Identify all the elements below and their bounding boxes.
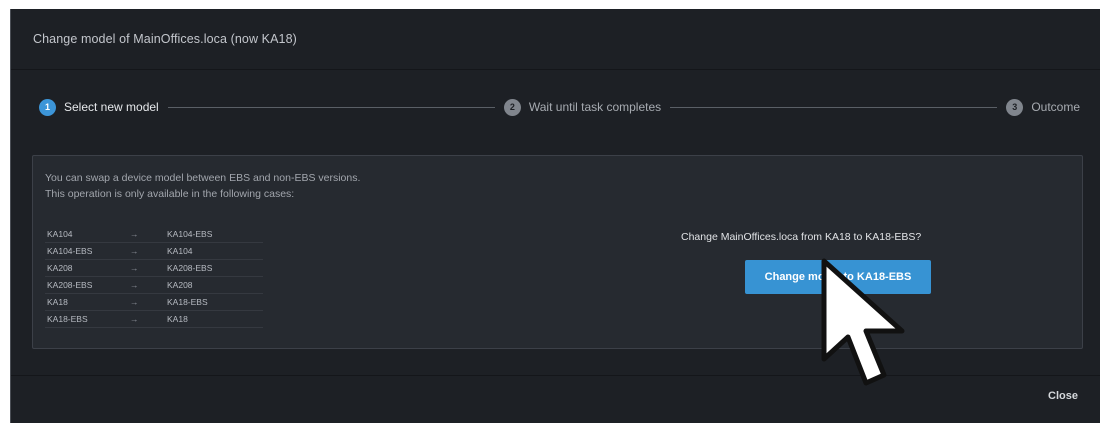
arrow-icon: → <box>130 276 167 294</box>
step-wait-until-task-completes: 2 Wait until task completes <box>503 98 662 116</box>
change-model-dialog: Change model of MainOffices.loca (now KA… <box>10 9 1100 423</box>
arrow-icon: → <box>130 242 167 260</box>
step-label: Wait until task completes <box>528 100 662 114</box>
step-number-badge: 1 <box>39 98 56 116</box>
to-model: KA18-EBS <box>167 293 263 311</box>
stepper: 1 Select new model 2 Wait until task com… <box>39 94 1080 120</box>
step-label: Select new model <box>64 100 159 114</box>
dialog-header: Change model of MainOffices.loca (now KA… <box>11 9 1100 69</box>
step-connector <box>670 106 998 108</box>
from-model: KA208-EBS <box>45 276 130 294</box>
info-text: You can swap a device model between EBS … <box>45 171 360 202</box>
to-model: KA208 <box>167 276 263 294</box>
table-row: KA208-EBS → KA208 <box>45 276 263 294</box>
mouse-pointer-arrow-icon <box>821 258 905 386</box>
from-model: KA18-EBS <box>45 310 130 328</box>
step-connector <box>167 106 495 108</box>
table-row: KA18-EBS → KA18 <box>45 310 263 328</box>
to-model: KA18 <box>167 310 263 328</box>
close-button[interactable]: Close <box>1042 389 1084 403</box>
header-divider <box>11 69 1100 70</box>
from-model: KA18 <box>45 293 130 311</box>
model-swap-table: KA104 → KA104-EBS KA104-EBS → KA104 KA20… <box>45 226 263 328</box>
from-model: KA104 <box>45 226 130 243</box>
footer-divider <box>11 375 1100 376</box>
info-line: This operation is only available in the … <box>45 187 295 200</box>
from-model: KA104-EBS <box>45 242 130 260</box>
step-number-badge: 2 <box>503 98 521 116</box>
step-outcome: 3 Outcome <box>1006 98 1080 116</box>
arrow-icon: → <box>130 226 167 243</box>
step-number-badge: 3 <box>1006 98 1024 116</box>
to-model: KA104-EBS <box>167 226 263 243</box>
confirm-question: Change MainOffices.loca from KA18 to KA1… <box>681 231 922 243</box>
arrow-icon: → <box>130 310 167 328</box>
table-row: KA208 → KA208-EBS <box>45 259 263 277</box>
table-row: KA18 → KA18-EBS <box>45 293 263 311</box>
arrow-icon: → <box>130 293 167 311</box>
dialog-title: Change model of MainOffices.loca (now KA… <box>33 32 297 46</box>
to-model: KA208-EBS <box>167 259 263 277</box>
step-label: Outcome <box>1031 100 1080 114</box>
step-select-new-model: 1 Select new model <box>39 98 159 116</box>
table-row: KA104-EBS → KA104 <box>45 242 263 260</box>
table-row: KA104 → KA104-EBS <box>45 226 263 243</box>
info-line: You can swap a device model between EBS … <box>45 172 361 184</box>
to-model: KA104 <box>167 242 263 260</box>
from-model: KA208 <box>45 259 130 277</box>
arrow-icon: → <box>130 259 167 277</box>
